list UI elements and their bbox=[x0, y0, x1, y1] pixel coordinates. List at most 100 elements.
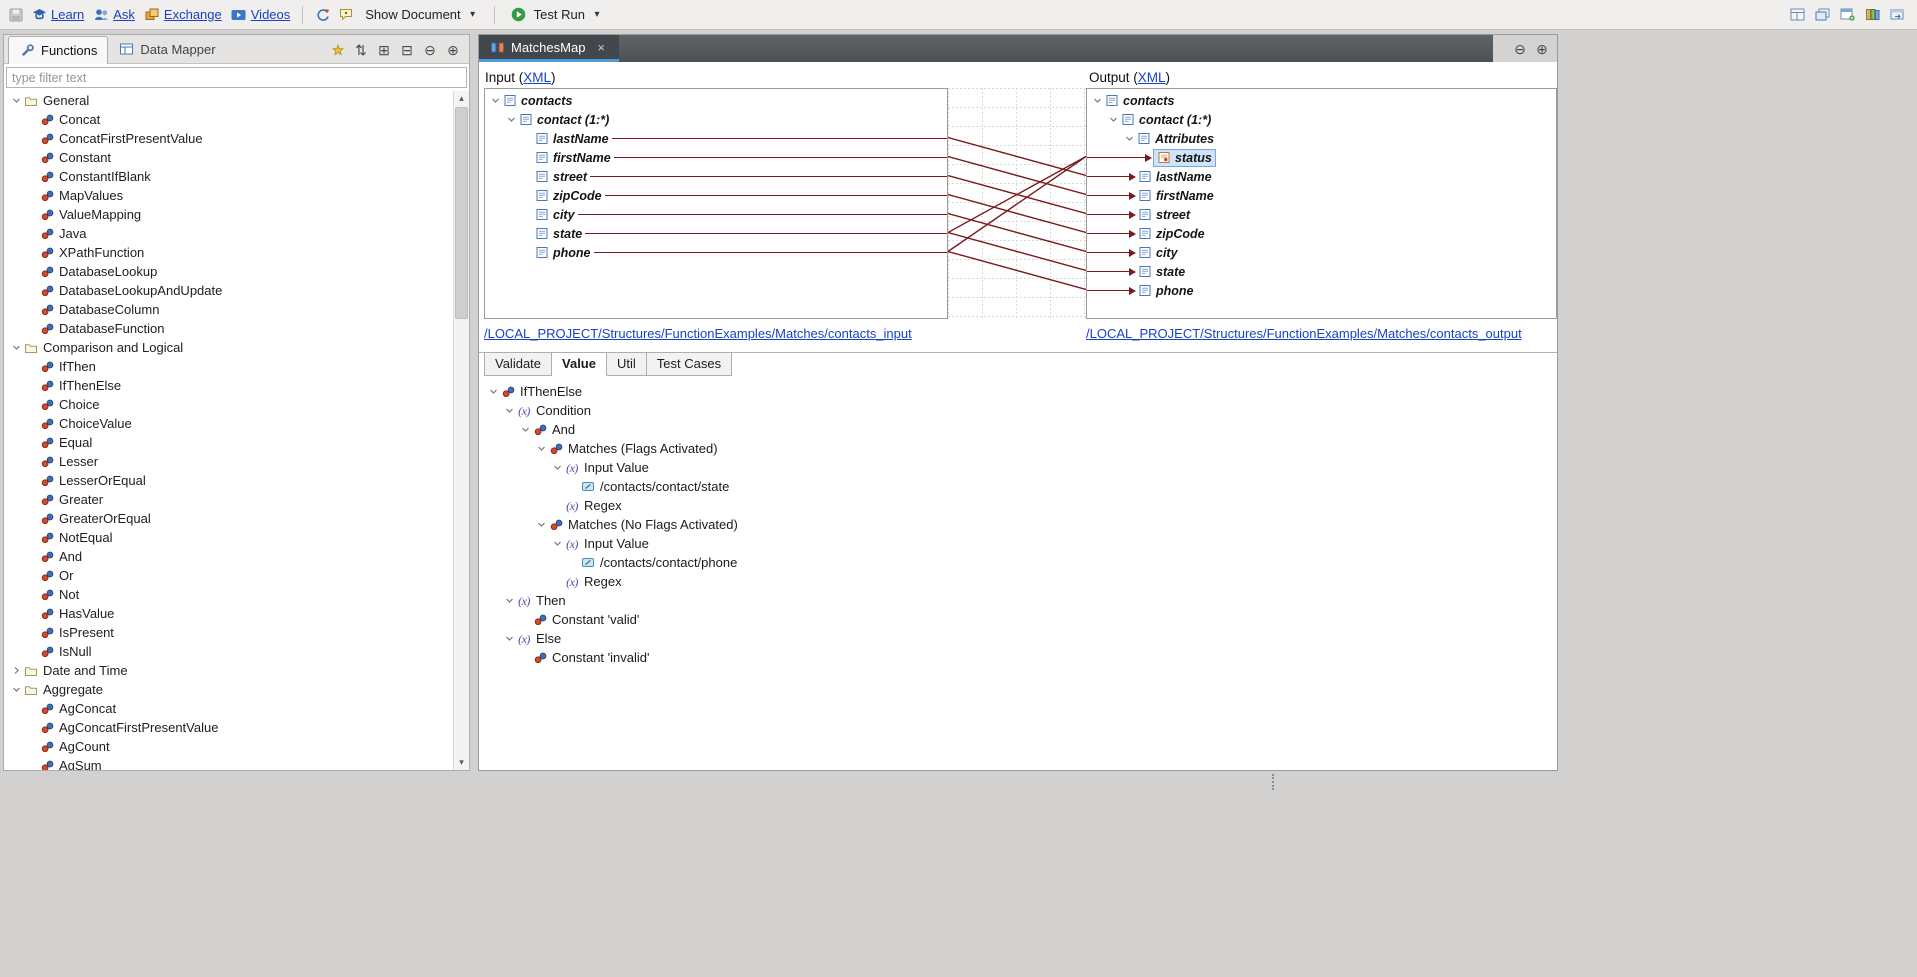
sort-icon[interactable]: ⇅ bbox=[353, 42, 369, 58]
value-node-contacts-contact-phone[interactable]: /contacts/contact/phone bbox=[479, 553, 1557, 572]
selected-node[interactable]: status bbox=[1153, 149, 1216, 167]
function-item-agcount[interactable]: AgCount bbox=[4, 737, 453, 756]
chevron-down-icon[interactable] bbox=[551, 461, 564, 474]
schema-node-city[interactable]: city bbox=[1087, 243, 1556, 262]
grid-view-icon[interactable] bbox=[1789, 7, 1805, 23]
save-icon[interactable] bbox=[8, 7, 24, 23]
videos-link[interactable]: Videos bbox=[251, 7, 291, 22]
exchange-link[interactable]: Exchange bbox=[164, 7, 222, 22]
value-node-else[interactable]: (x)Else bbox=[479, 629, 1557, 648]
schema-node-status[interactable]: status bbox=[1087, 148, 1556, 167]
function-item-valuemapping[interactable]: ValueMapping bbox=[4, 205, 453, 224]
tree-folder-general[interactable]: General bbox=[4, 91, 453, 110]
show-document-dropdown[interactable]: Show Document ▾ bbox=[361, 5, 481, 25]
ask-link[interactable]: Ask bbox=[113, 7, 135, 22]
tab-util[interactable]: Util bbox=[607, 352, 647, 376]
value-node-contacts-contact-state[interactable]: /contacts/contact/state bbox=[479, 477, 1557, 496]
chevron-down-icon[interactable] bbox=[505, 113, 518, 126]
scroll-up-icon[interactable]: ▴ bbox=[454, 91, 469, 106]
tab-data-mapper[interactable]: Data Mapper bbox=[108, 36, 225, 63]
chevron-right-icon[interactable] bbox=[10, 664, 23, 677]
output-structure-link[interactable]: /LOCAL_PROJECT/Structures/FunctionExampl… bbox=[1086, 326, 1522, 341]
tab-matchesmap[interactable]: MatchesMap × bbox=[479, 35, 619, 62]
chevron-down-icon[interactable] bbox=[1091, 94, 1104, 107]
value-node-ifthenelse[interactable]: IfThenElse bbox=[479, 382, 1557, 401]
minimize-icon[interactable]: ⊖ bbox=[422, 42, 438, 58]
function-item-databasecolumn[interactable]: DatabaseColumn bbox=[4, 300, 453, 319]
scroll-down-icon[interactable]: ▾ bbox=[454, 755, 469, 770]
schema-node-phone[interactable]: phone bbox=[1087, 281, 1556, 300]
chevron-down-icon[interactable] bbox=[10, 94, 23, 107]
schema-node-attributes[interactable]: Attributes bbox=[1087, 129, 1556, 148]
chevron-down-icon[interactable] bbox=[503, 594, 516, 607]
value-node-regex[interactable]: (x)Regex bbox=[479, 572, 1557, 591]
function-item-constantifblank[interactable]: ConstantIfBlank bbox=[4, 167, 453, 186]
value-node-condition[interactable]: (x)Condition bbox=[479, 401, 1557, 420]
chevron-down-icon[interactable] bbox=[489, 94, 502, 107]
function-item-and[interactable]: And bbox=[4, 547, 453, 566]
function-item-concat[interactable]: Concat bbox=[4, 110, 453, 129]
tab-validate[interactable]: Validate bbox=[485, 352, 552, 376]
schema-node-firstname[interactable]: firstName bbox=[485, 148, 947, 167]
chevron-down-icon[interactable] bbox=[551, 537, 564, 550]
close-icon[interactable]: × bbox=[597, 40, 609, 55]
schema-node-contact-1[interactable]: contact (1:*) bbox=[485, 110, 947, 129]
expand-all-icon[interactable]: ⊞ bbox=[376, 42, 392, 58]
schema-node-street[interactable]: street bbox=[1087, 205, 1556, 224]
scrollbar[interactable]: ▴ ▾ bbox=[453, 91, 469, 770]
schema-node-state[interactable]: state bbox=[485, 224, 947, 243]
function-item-ifthen[interactable]: IfThen bbox=[4, 357, 453, 376]
schema-node-zipcode[interactable]: zipCode bbox=[1087, 224, 1556, 243]
chevron-down-icon[interactable] bbox=[535, 518, 548, 531]
function-item-isnull[interactable]: IsNull bbox=[4, 642, 453, 661]
input-xml-link[interactable]: XML bbox=[523, 70, 551, 85]
open-perspective-icon[interactable] bbox=[1889, 7, 1905, 23]
function-item-notequal[interactable]: NotEqual bbox=[4, 528, 453, 547]
chevron-down-icon[interactable] bbox=[1107, 113, 1120, 126]
function-item-databaselookupandupdate[interactable]: DatabaseLookupAndUpdate bbox=[4, 281, 453, 300]
function-item-lesserorequal[interactable]: LesserOrEqual bbox=[4, 471, 453, 490]
splitter-handle[interactable] bbox=[1272, 774, 1278, 790]
value-node-regex[interactable]: (x)Regex bbox=[479, 496, 1557, 515]
chevron-down-icon[interactable] bbox=[503, 632, 516, 645]
chevron-down-icon[interactable] bbox=[487, 385, 500, 398]
function-item-java[interactable]: Java bbox=[4, 224, 453, 243]
schema-node-contact-1[interactable]: contact (1:*) bbox=[1087, 110, 1556, 129]
tab-functions[interactable]: Functions bbox=[8, 36, 108, 64]
function-item-agconcatfirstpresentvalue[interactable]: AgConcatFirstPresentValue bbox=[4, 718, 453, 737]
function-item-greaterorequal[interactable]: GreaterOrEqual bbox=[4, 509, 453, 528]
restore-window-icon[interactable] bbox=[1814, 7, 1830, 23]
new-window-icon[interactable] bbox=[1839, 7, 1855, 23]
value-node-constant-valid[interactable]: Constant 'valid' bbox=[479, 610, 1557, 629]
refresh-icon[interactable] bbox=[315, 7, 331, 23]
chevron-down-icon[interactable] bbox=[535, 442, 548, 455]
value-node-input-value[interactable]: (x)Input Value bbox=[479, 534, 1557, 553]
tree-folder-date-and-time[interactable]: Date and Time bbox=[4, 661, 453, 680]
function-item-not[interactable]: Not bbox=[4, 585, 453, 604]
function-item-equal[interactable]: Equal bbox=[4, 433, 453, 452]
value-node-then[interactable]: (x)Then bbox=[479, 591, 1557, 610]
chevron-down-icon[interactable] bbox=[1123, 132, 1136, 145]
schema-node-zipcode[interactable]: zipCode bbox=[485, 186, 947, 205]
scrollbar-thumb[interactable] bbox=[455, 107, 468, 319]
function-item-databaselookup[interactable]: DatabaseLookup bbox=[4, 262, 453, 281]
schema-node-contacts[interactable]: contacts bbox=[485, 91, 947, 110]
value-node-matches-flags-activated[interactable]: Matches (Flags Activated) bbox=[479, 439, 1557, 458]
help-bubble-icon[interactable] bbox=[338, 7, 354, 23]
input-structure-link[interactable]: /LOCAL_PROJECT/Structures/FunctionExampl… bbox=[484, 326, 912, 341]
maximize-icon[interactable]: ⊕ bbox=[445, 42, 461, 58]
chevron-down-icon[interactable] bbox=[10, 683, 23, 696]
function-item-lesser[interactable]: Lesser bbox=[4, 452, 453, 471]
value-node-constant-invalid[interactable]: Constant 'invalid' bbox=[479, 648, 1557, 667]
value-node-input-value[interactable]: (x)Input Value bbox=[479, 458, 1557, 477]
schema-node-phone[interactable]: phone bbox=[485, 243, 947, 262]
schema-node-firstname[interactable]: firstName bbox=[1087, 186, 1556, 205]
tree-folder-aggregate[interactable]: Aggregate bbox=[4, 680, 453, 699]
function-item-choice[interactable]: Choice bbox=[4, 395, 453, 414]
tab-test-cases[interactable]: Test Cases bbox=[647, 352, 732, 376]
schema-node-city[interactable]: city bbox=[485, 205, 947, 224]
output-xml-link[interactable]: XML bbox=[1138, 70, 1166, 85]
function-item-ispresent[interactable]: IsPresent bbox=[4, 623, 453, 642]
value-node-matches-no-flags-activated[interactable]: Matches (No Flags Activated) bbox=[479, 515, 1557, 534]
schema-node-state[interactable]: state bbox=[1087, 262, 1556, 281]
